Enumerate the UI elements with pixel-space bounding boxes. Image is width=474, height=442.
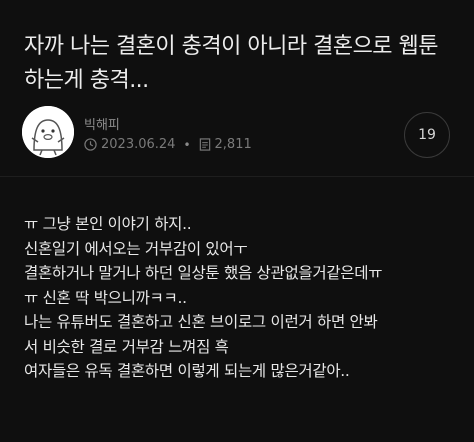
body-line: 여자들은 유독 결혼하면 이렇게 되는게 많은거같아.. <box>24 362 350 380</box>
post-body: ㅠ 그냥 본인 이야기 하지.. 신혼일기 에서오는 거부감이 있어ㅜ 결혼하거… <box>24 212 464 384</box>
author-avatar[interactable] <box>22 106 74 158</box>
post-meta: 빅해피 2023.06.24 • 2,811 19 <box>22 104 452 164</box>
body-line: 신혼일기 에서오는 거부감이 있어ㅜ <box>24 239 248 258</box>
comment-count-button[interactable]: 19 <box>404 112 450 158</box>
body-line: 서 비슷한 결로 거부감 느껴짐 흑 <box>24 337 229 356</box>
view-count: 2,811 <box>214 137 252 152</box>
author-name[interactable]: 빅해피 <box>84 114 120 133</box>
comment-count: 19 <box>418 127 436 143</box>
divider <box>0 176 474 177</box>
post-title-line-1: 자까 나는 결혼이 충격이 아니라 결혼으로 웹툰 <box>24 34 439 59</box>
document-icon <box>199 138 210 151</box>
separator-dot: • <box>183 137 191 152</box>
character-avatar-icon <box>22 106 74 158</box>
body-line: 나는 유튜버도 결혼하고 신혼 브이로그 이런거 하면 안봐 <box>24 313 378 331</box>
post-title-line-2: 하는게 충격... <box>24 68 149 93</box>
post-title: 자까 나는 결혼이 충격이 아니라 결혼으로 웹툰 하는게 충격... <box>24 30 460 98</box>
clock-icon <box>84 138 97 151</box>
body-line: ㅠ 그냥 본인 이야기 하지.. <box>24 215 192 233</box>
post-stats: 2023.06.24 • 2,811 <box>84 137 252 152</box>
post-date: 2023.06.24 <box>101 137 176 152</box>
body-line: 결혼하거나 말거나 하던 일상툰 했음 상관없을거같은데ㅠ <box>24 264 383 282</box>
body-line: ㅠ 신혼 딱 박으니까ㅋㅋ.. <box>24 288 187 307</box>
